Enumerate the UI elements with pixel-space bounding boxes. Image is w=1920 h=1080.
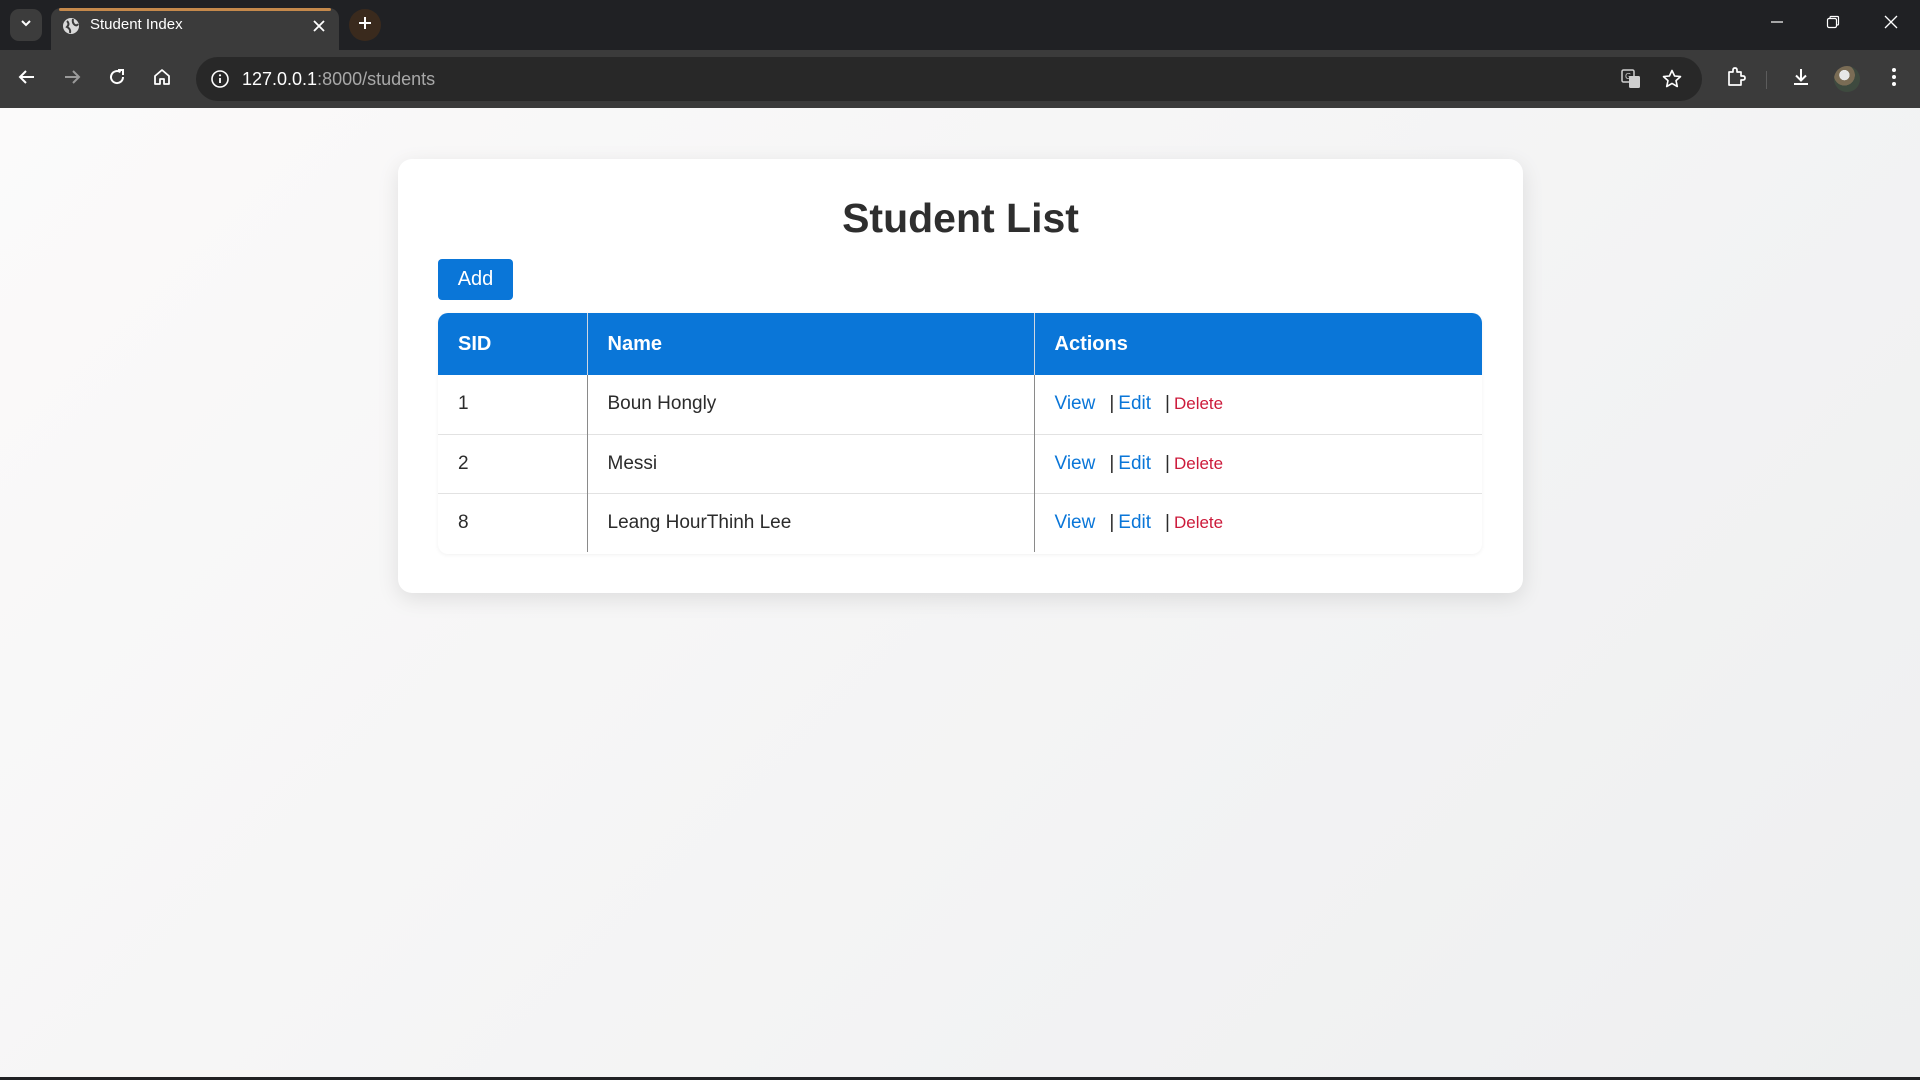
cell-actions: View | Edit | Delete xyxy=(1033,375,1482,434)
url-text[interactable]: 127.0.0.1:8000/students xyxy=(242,69,435,90)
download-button[interactable] xyxy=(1784,62,1818,96)
download-icon xyxy=(1790,66,1812,93)
chevron-down-icon xyxy=(19,16,33,35)
delete-link[interactable]: Delete xyxy=(1174,513,1223,532)
cell-name: Boun Hongly xyxy=(586,375,1034,434)
action-separator: | xyxy=(1109,452,1115,474)
extensions-button[interactable] xyxy=(1719,62,1753,96)
restore-button[interactable] xyxy=(1810,6,1856,42)
student-table: SID Name Actions 1 Boun Hongly View | Edit… xyxy=(438,313,1482,554)
action-separator: | xyxy=(1165,393,1170,415)
action-separator: | xyxy=(1109,393,1115,415)
tab-accent xyxy=(59,8,331,11)
cell-name: Messi xyxy=(586,433,1034,493)
table-row: 8 Leang HourThinh Lee View | Edit | Delete xyxy=(438,492,1482,552)
reload-button[interactable] xyxy=(100,62,134,96)
view-link[interactable]: View xyxy=(1055,393,1096,414)
tab-title: Student Index xyxy=(90,16,183,33)
avatar[interactable] xyxy=(1834,66,1860,92)
forward-icon xyxy=(62,67,82,92)
page-viewport: Student List Add SID Name Actions 1 Boun… xyxy=(0,108,1920,1077)
cell-sid: 2 xyxy=(438,433,587,493)
action-separator: | xyxy=(1165,452,1170,474)
reload-icon xyxy=(107,67,127,92)
svg-text:G: G xyxy=(1625,72,1631,81)
plus-icon xyxy=(358,16,372,35)
page-title: Student List xyxy=(842,195,1079,241)
add-button[interactable]: Add xyxy=(438,259,513,300)
browser-tab-active[interactable]: Student Index xyxy=(51,8,339,50)
cell-sid: 8 xyxy=(438,492,587,552)
back-icon xyxy=(17,67,37,92)
cell-actions: View | Edit | Delete xyxy=(1033,433,1482,493)
action-separator: | xyxy=(1109,511,1115,533)
tab-strip: Student Index xyxy=(0,0,1920,50)
header-actions: Actions xyxy=(1033,313,1482,375)
edit-link[interactable]: Edit xyxy=(1118,512,1151,533)
window-close-button[interactable] xyxy=(1868,6,1914,42)
table-header-row: SID Name Actions xyxy=(438,313,1482,375)
minimize-icon xyxy=(1770,15,1784,34)
globe-favicon-icon xyxy=(62,17,80,35)
bookmark-star-icon[interactable] xyxy=(1657,64,1687,94)
extensions-icon xyxy=(1725,66,1747,93)
more-menu-button[interactable] xyxy=(1877,62,1911,96)
header-name: Name xyxy=(586,313,1034,375)
back-button[interactable] xyxy=(10,62,44,96)
table-row: 2 Messi View | Edit | Delete xyxy=(438,433,1482,493)
more-menu-icon xyxy=(1891,67,1897,92)
cell-name: Leang HourThinh Lee xyxy=(586,492,1034,552)
restore-icon xyxy=(1826,15,1840,34)
address-bar[interactable]: 127.0.0.1:8000/students G xyxy=(196,57,1702,101)
site-info-icon[interactable] xyxy=(205,64,235,94)
cell-actions: View | Edit | Delete xyxy=(1033,492,1482,552)
view-link[interactable]: View xyxy=(1055,512,1096,533)
minimize-button[interactable] xyxy=(1754,6,1800,42)
edit-link[interactable]: Edit xyxy=(1118,393,1151,414)
home-icon xyxy=(152,67,172,92)
forward-button[interactable] xyxy=(55,62,89,96)
tab-search-button[interactable] xyxy=(10,9,42,41)
edit-link[interactable]: Edit xyxy=(1118,453,1151,474)
translate-icon[interactable]: G xyxy=(1616,64,1646,94)
window-close-icon xyxy=(1884,15,1898,34)
browser-toolbar: 127.0.0.1:8000/students G xyxy=(0,50,1920,108)
new-tab-button[interactable] xyxy=(349,9,381,41)
action-separator: | xyxy=(1165,511,1170,533)
toolbar-divider xyxy=(1766,71,1767,89)
close-icon[interactable] xyxy=(309,16,329,36)
cell-sid: 1 xyxy=(458,393,469,415)
url-path: :8000/students xyxy=(317,69,436,89)
view-link[interactable]: View xyxy=(1055,453,1096,474)
table-row: 1 Boun Hongly View | Edit | Delete xyxy=(438,375,1482,434)
delete-link[interactable]: Delete xyxy=(1174,454,1223,473)
content-card: Student List Add SID Name Actions 1 Boun… xyxy=(398,159,1523,593)
header-sid: SID xyxy=(438,313,587,375)
url-host: 127.0.0.1 xyxy=(242,69,318,89)
home-button[interactable] xyxy=(145,62,179,96)
delete-link[interactable]: Delete xyxy=(1174,394,1223,413)
